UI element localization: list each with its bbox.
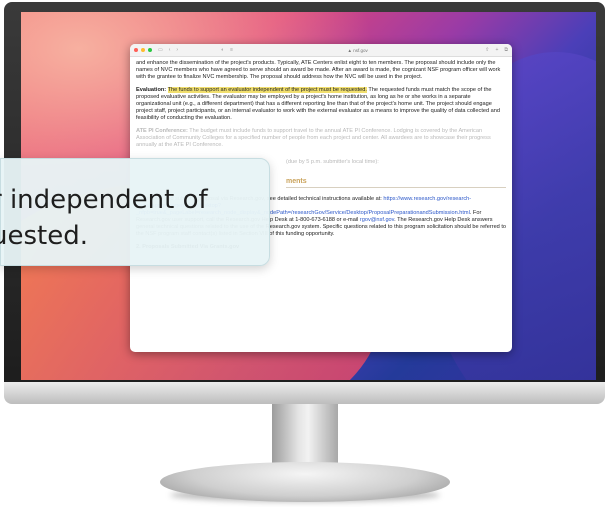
- monitor-stand-base: [160, 462, 450, 502]
- share-icon[interactable]: ⇧: [485, 47, 489, 53]
- highlighted-sentence: The funds to support an evaluator indepe…: [167, 87, 367, 93]
- paragraph-nvc: and enhance the dissemination of the pro…: [136, 60, 501, 80]
- sidebar-icon[interactable]: ▭: [158, 47, 163, 53]
- paragraph-ate-conference: ATE PI Conference: The budget must inclu…: [136, 128, 506, 149]
- maximize-window-button[interactable]: [148, 48, 152, 52]
- browser-toolbar: ▭ ‹ › ◐ ≡ ▲ nsf.gov ⇧ + ⧉: [130, 44, 512, 57]
- email-link[interactable]: rgov@nsf.gov: [360, 217, 394, 223]
- section-heading: ments: [286, 178, 506, 188]
- callout-line-1: r independent of: [0, 185, 208, 215]
- forward-icon[interactable]: ›: [176, 47, 178, 53]
- monitor-chin: [4, 382, 605, 404]
- privacy-shield-icon[interactable]: ◐: [221, 47, 224, 53]
- minimize-window-button[interactable]: [141, 48, 145, 52]
- callout-line-2: uested.: [0, 221, 88, 251]
- tabs-icon[interactable]: ⧉: [504, 47, 508, 53]
- zoom-callout: r independent of uested.: [0, 158, 270, 266]
- address-bar[interactable]: ▲ nsf.gov: [236, 48, 479, 53]
- deadline-text: (due by 5 p.m. submitter's local time):: [286, 159, 379, 165]
- ate-conference-text: The budget must include funds to support…: [136, 128, 491, 148]
- evaluation-label: Evaluation:: [136, 87, 167, 93]
- back-icon[interactable]: ‹: [169, 47, 171, 53]
- close-window-button[interactable]: [134, 48, 138, 52]
- ate-conference-label: ATE PI Conference:: [136, 128, 188, 134]
- tab-overview-icon[interactable]: ≡: [230, 47, 233, 53]
- paragraph-evaluation: Evaluation: The funds to support an eval…: [136, 87, 506, 122]
- new-tab-icon[interactable]: +: [496, 47, 499, 53]
- monitor-stand-neck: [272, 404, 338, 468]
